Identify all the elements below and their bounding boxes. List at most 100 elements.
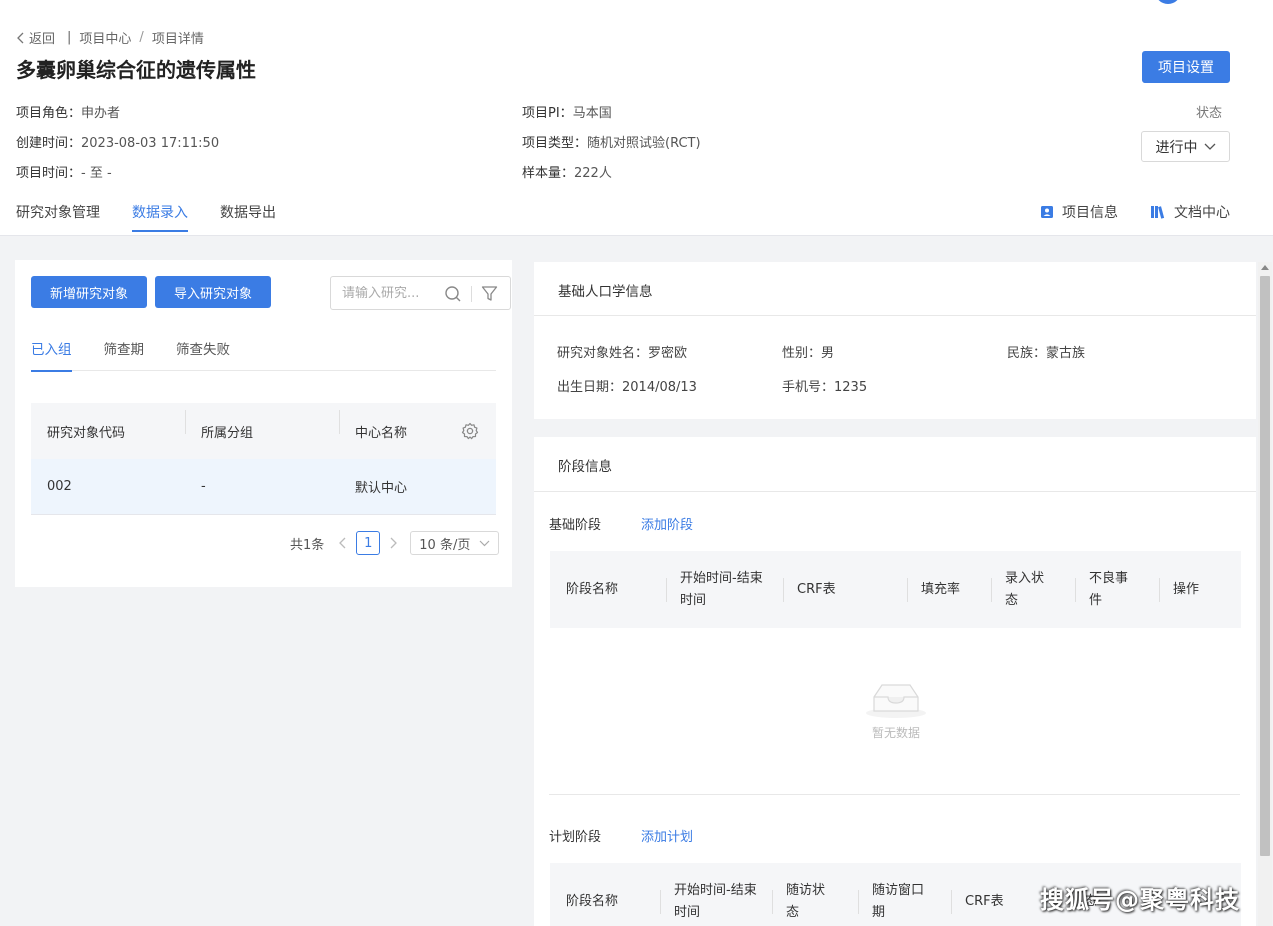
subject-list-panel: 新增研究对象 导入研究对象 已入组 筛查期 筛查失败 研究对象代码 所属分组 中… (15, 260, 512, 587)
table-row[interactable]: 002 - 默认中心 (31, 459, 496, 515)
enrollment-tabs: 已入组 筛查期 筛查失败 (31, 338, 496, 372)
page-number[interactable]: 1 (356, 531, 381, 555)
scroll-up-icon[interactable] (1261, 265, 1269, 270)
stage-panel: 阶段信息 基础阶段 添加阶段 阶段名称 开始时间-结束时间 CRF表 填充率 录… (534, 437, 1256, 926)
col-fill-rate: 填充率 (907, 551, 991, 628)
col-crf: CRF表 (783, 551, 887, 628)
meta-period: 项目时间：- 至 - (16, 162, 112, 181)
project-header: 返回 | 项目中心 / 项目详情 多囊卵巢综合征的遗传属性 项目设置 项目角色：… (0, 12, 1273, 236)
col-crf: CRF表 (951, 863, 1025, 926)
stage-title: 阶段信息 (558, 459, 612, 475)
meta-period-label: 项目时间： (16, 166, 82, 181)
prev-page-icon[interactable] (338, 537, 348, 549)
empty-text: 暂无数据 (871, 726, 920, 740)
avatar[interactable] (1155, 0, 1181, 4)
scrollbar-thumb[interactable] (1260, 276, 1270, 856)
col-center: 中心名称 (339, 409, 459, 441)
basic-stage-label: 基础阶段 (549, 518, 602, 533)
meta-role-label: 项目角色： (16, 106, 82, 121)
subject-gender: 性别：男 (782, 346, 835, 361)
pagination: 共1条 1 10 条/页 (290, 531, 500, 555)
meta-pi: 项目PI：马本国 (522, 102, 612, 121)
status-label: 状态 (1196, 106, 1223, 121)
doc-center-link[interactable]: 文档中心 (1150, 202, 1230, 222)
table-header: 研究对象代码 所属分组 中心名称 (31, 403, 496, 459)
project-info-label: 项目信息 (1062, 205, 1118, 221)
back-link[interactable]: 返回 (16, 28, 55, 47)
col-adverse-events: 不良事件 (1075, 551, 1139, 628)
col-start-end-time: 开始时间-结束时间 (660, 863, 758, 926)
breadcrumb-project-detail: 项目详情 (151, 32, 204, 47)
col-start-end-time: 开始时间-结束时间 (666, 551, 764, 628)
meta-type: 项目类型：随机对照试验(RCT) (522, 132, 701, 151)
col-stage-name: 阶段名称 (566, 581, 619, 597)
chevron-down-icon (1204, 143, 1215, 150)
next-page-icon[interactable] (388, 537, 398, 549)
meta-pi-label: 项目PI： (522, 106, 573, 121)
breadcrumb-project-center[interactable]: 项目中心 (79, 28, 131, 47)
col-subject-code: 研究对象代码 (47, 425, 126, 441)
column-settings-icon[interactable] (461, 422, 479, 440)
meta-created: 创建时间：2023-08-03 17:11:50 (16, 132, 219, 151)
cell-subject-code: 002 (47, 479, 72, 494)
status-value: 进行中 (1155, 139, 1198, 156)
divider (534, 315, 1256, 316)
subtab-enrolled[interactable]: 已入组 (31, 338, 72, 372)
meta-sample-value: 222人 (574, 166, 612, 181)
empty-inbox-icon (866, 684, 926, 718)
subject-phone: 手机号：1235 (782, 380, 868, 395)
col-entry-status: 录入状态 (991, 551, 1055, 628)
project-settings-button[interactable]: 项目设置 (1142, 51, 1230, 83)
subject-name: 研究对象姓名：罗密欧 (557, 346, 688, 361)
meta-type-label: 项目类型： (522, 136, 588, 151)
subject-table: 研究对象代码 所属分组 中心名称 002 - 默认中心 (31, 403, 496, 515)
project-info-link[interactable]: 项目信息 (1040, 202, 1118, 222)
col-followup-status: 随访状态 (772, 863, 836, 926)
plan-stage-label: 计划阶段 (549, 830, 602, 845)
subject-birthdate: 出生日期：2014/08/13 (557, 380, 697, 395)
doc-center-label: 文档中心 (1174, 205, 1230, 221)
meta-period-value: - 至 - (81, 166, 112, 181)
meta-type-value: 随机对照试验(RCT) (587, 136, 701, 151)
status-select[interactable]: 进行中 (1141, 131, 1230, 162)
page-size-select[interactable]: 10 条/页 (410, 531, 500, 555)
subtab-screen-failed[interactable]: 筛查失败 (176, 338, 230, 371)
filter-icon[interactable] (481, 285, 498, 302)
chevron-down-icon (479, 540, 490, 546)
search-icon[interactable] (444, 285, 462, 303)
add-stage-link[interactable]: 添加阶段 (641, 514, 693, 533)
search-divider (471, 286, 472, 302)
scrollbar[interactable] (1258, 262, 1272, 926)
col-group: 所属分组 (185, 409, 339, 441)
basic-stage-table-header: 阶段名称 开始时间-结束时间 CRF表 填充率 录入状态 不良事件 操作 (550, 551, 1241, 628)
back-label: 返回 (29, 32, 56, 47)
books-icon (1151, 206, 1165, 219)
meta-created-value: 2023-08-03 17:11:50 (81, 136, 220, 151)
add-subject-button[interactable]: 新增研究对象 (31, 276, 147, 308)
add-plan-link[interactable]: 添加计划 (641, 826, 693, 845)
tab-subject-management[interactable]: 研究对象管理 (16, 202, 100, 232)
col-stage-name: 阶段名称 (566, 893, 619, 909)
col-followup-window: 随访窗口期 (858, 863, 936, 926)
chevron-left-icon (17, 32, 24, 43)
tab-data-entry[interactable]: 数据录入 (132, 202, 188, 232)
search-input[interactable] (342, 285, 446, 301)
subtab-screening[interactable]: 筛查期 (104, 338, 145, 371)
pager-total: 共1条 (290, 537, 325, 553)
tab-data-export[interactable]: 数据导出 (220, 202, 276, 232)
subject-ethnicity: 民族：蒙古族 (1007, 346, 1086, 361)
col-actions: 操作 (1159, 551, 1223, 628)
header-links: 项目信息 文档中心 (1040, 202, 1230, 222)
breadcrumb: 返回 | 项目中心 / 项目详情 (16, 28, 204, 47)
demographics-title: 基础人口学信息 (558, 284, 653, 300)
search-box (330, 276, 511, 310)
import-subject-button[interactable]: 导入研究对象 (155, 276, 271, 308)
main-tabs: 研究对象管理 数据录入 数据导出 (16, 202, 308, 232)
page-title: 多囊卵巢综合征的遗传属性 (16, 58, 256, 82)
page-size-value: 10 条/页 (419, 537, 471, 553)
meta-sample: 样本量：222人 (522, 162, 612, 181)
cell-center: 默认中心 (355, 481, 408, 496)
meta-role-value: 申办者 (81, 106, 121, 121)
empty-state: 暂无数据 (864, 679, 928, 741)
divider (534, 491, 1256, 492)
